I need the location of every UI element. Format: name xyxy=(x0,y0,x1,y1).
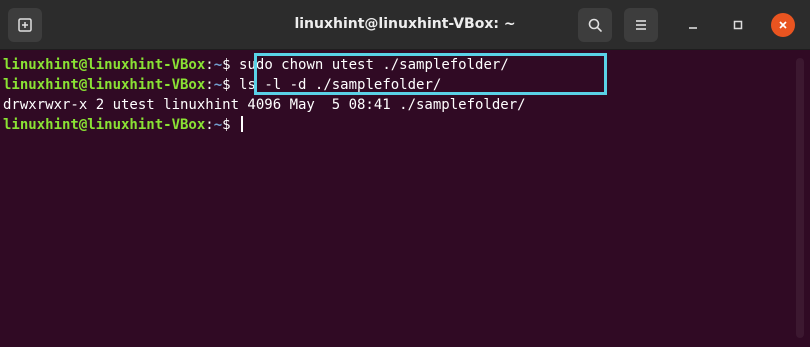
prompt-symbol: $ xyxy=(222,117,231,133)
terminal-line-output: drwxrwxr-x 2 utest linuxhint 4096 May 5 … xyxy=(3,97,526,113)
command-text xyxy=(231,117,239,133)
terminal-line-current-prompt: linuxhint@linuxhint-VBox:~$ xyxy=(3,115,794,135)
command-text: sudo chown utest ./samplefolder/ xyxy=(230,57,509,73)
hamburger-menu-icon xyxy=(636,20,646,30)
prompt-user: linuxhint@linuxhint-VBox xyxy=(3,117,206,133)
new-tab-icon xyxy=(18,18,32,32)
terminal-output[interactable]: linuxhint@linuxhint-VBox:~$ sudo chown u… xyxy=(0,50,794,347)
close-button[interactable] xyxy=(771,13,795,37)
minimize-button[interactable] xyxy=(682,14,704,36)
prompt-user: linuxhint@linuxhint-VBox xyxy=(3,77,206,93)
search-icon xyxy=(588,18,602,32)
title-bar: linuxhint@linuxhint-VBox: ~ xyxy=(0,0,810,50)
prompt-colon: : xyxy=(205,57,214,73)
new-tab-button[interactable] xyxy=(8,8,42,42)
maximize-icon xyxy=(733,20,743,30)
minimize-icon xyxy=(689,27,697,29)
terminal-window: linuxhint@linuxhint-VBox: ~ linuxhint@li… xyxy=(0,0,810,347)
command-text: ls -l -d ./samplefolder/ xyxy=(230,77,442,93)
maximize-button[interactable] xyxy=(727,14,749,36)
menu-button[interactable] xyxy=(624,8,658,42)
search-button[interactable] xyxy=(578,8,612,42)
prompt-symbol: $ xyxy=(222,57,231,73)
prompt-path: ~ xyxy=(213,57,223,73)
prompt-path: ~ xyxy=(213,77,223,93)
terminal-line-command: linuxhint@linuxhint-VBox:~$ sudo chown u… xyxy=(3,55,794,75)
scrollbar[interactable] xyxy=(796,58,804,338)
prompt-symbol: $ xyxy=(222,77,231,93)
text-cursor xyxy=(241,116,244,132)
prompt-colon: : xyxy=(205,77,214,93)
prompt-colon: : xyxy=(205,117,214,133)
prompt-user: linuxhint@linuxhint-VBox xyxy=(3,57,206,73)
terminal-line-command: linuxhint@linuxhint-VBox:~$ ls -l -d ./s… xyxy=(3,75,794,95)
close-icon xyxy=(779,21,787,29)
prompt-path: ~ xyxy=(213,117,223,133)
